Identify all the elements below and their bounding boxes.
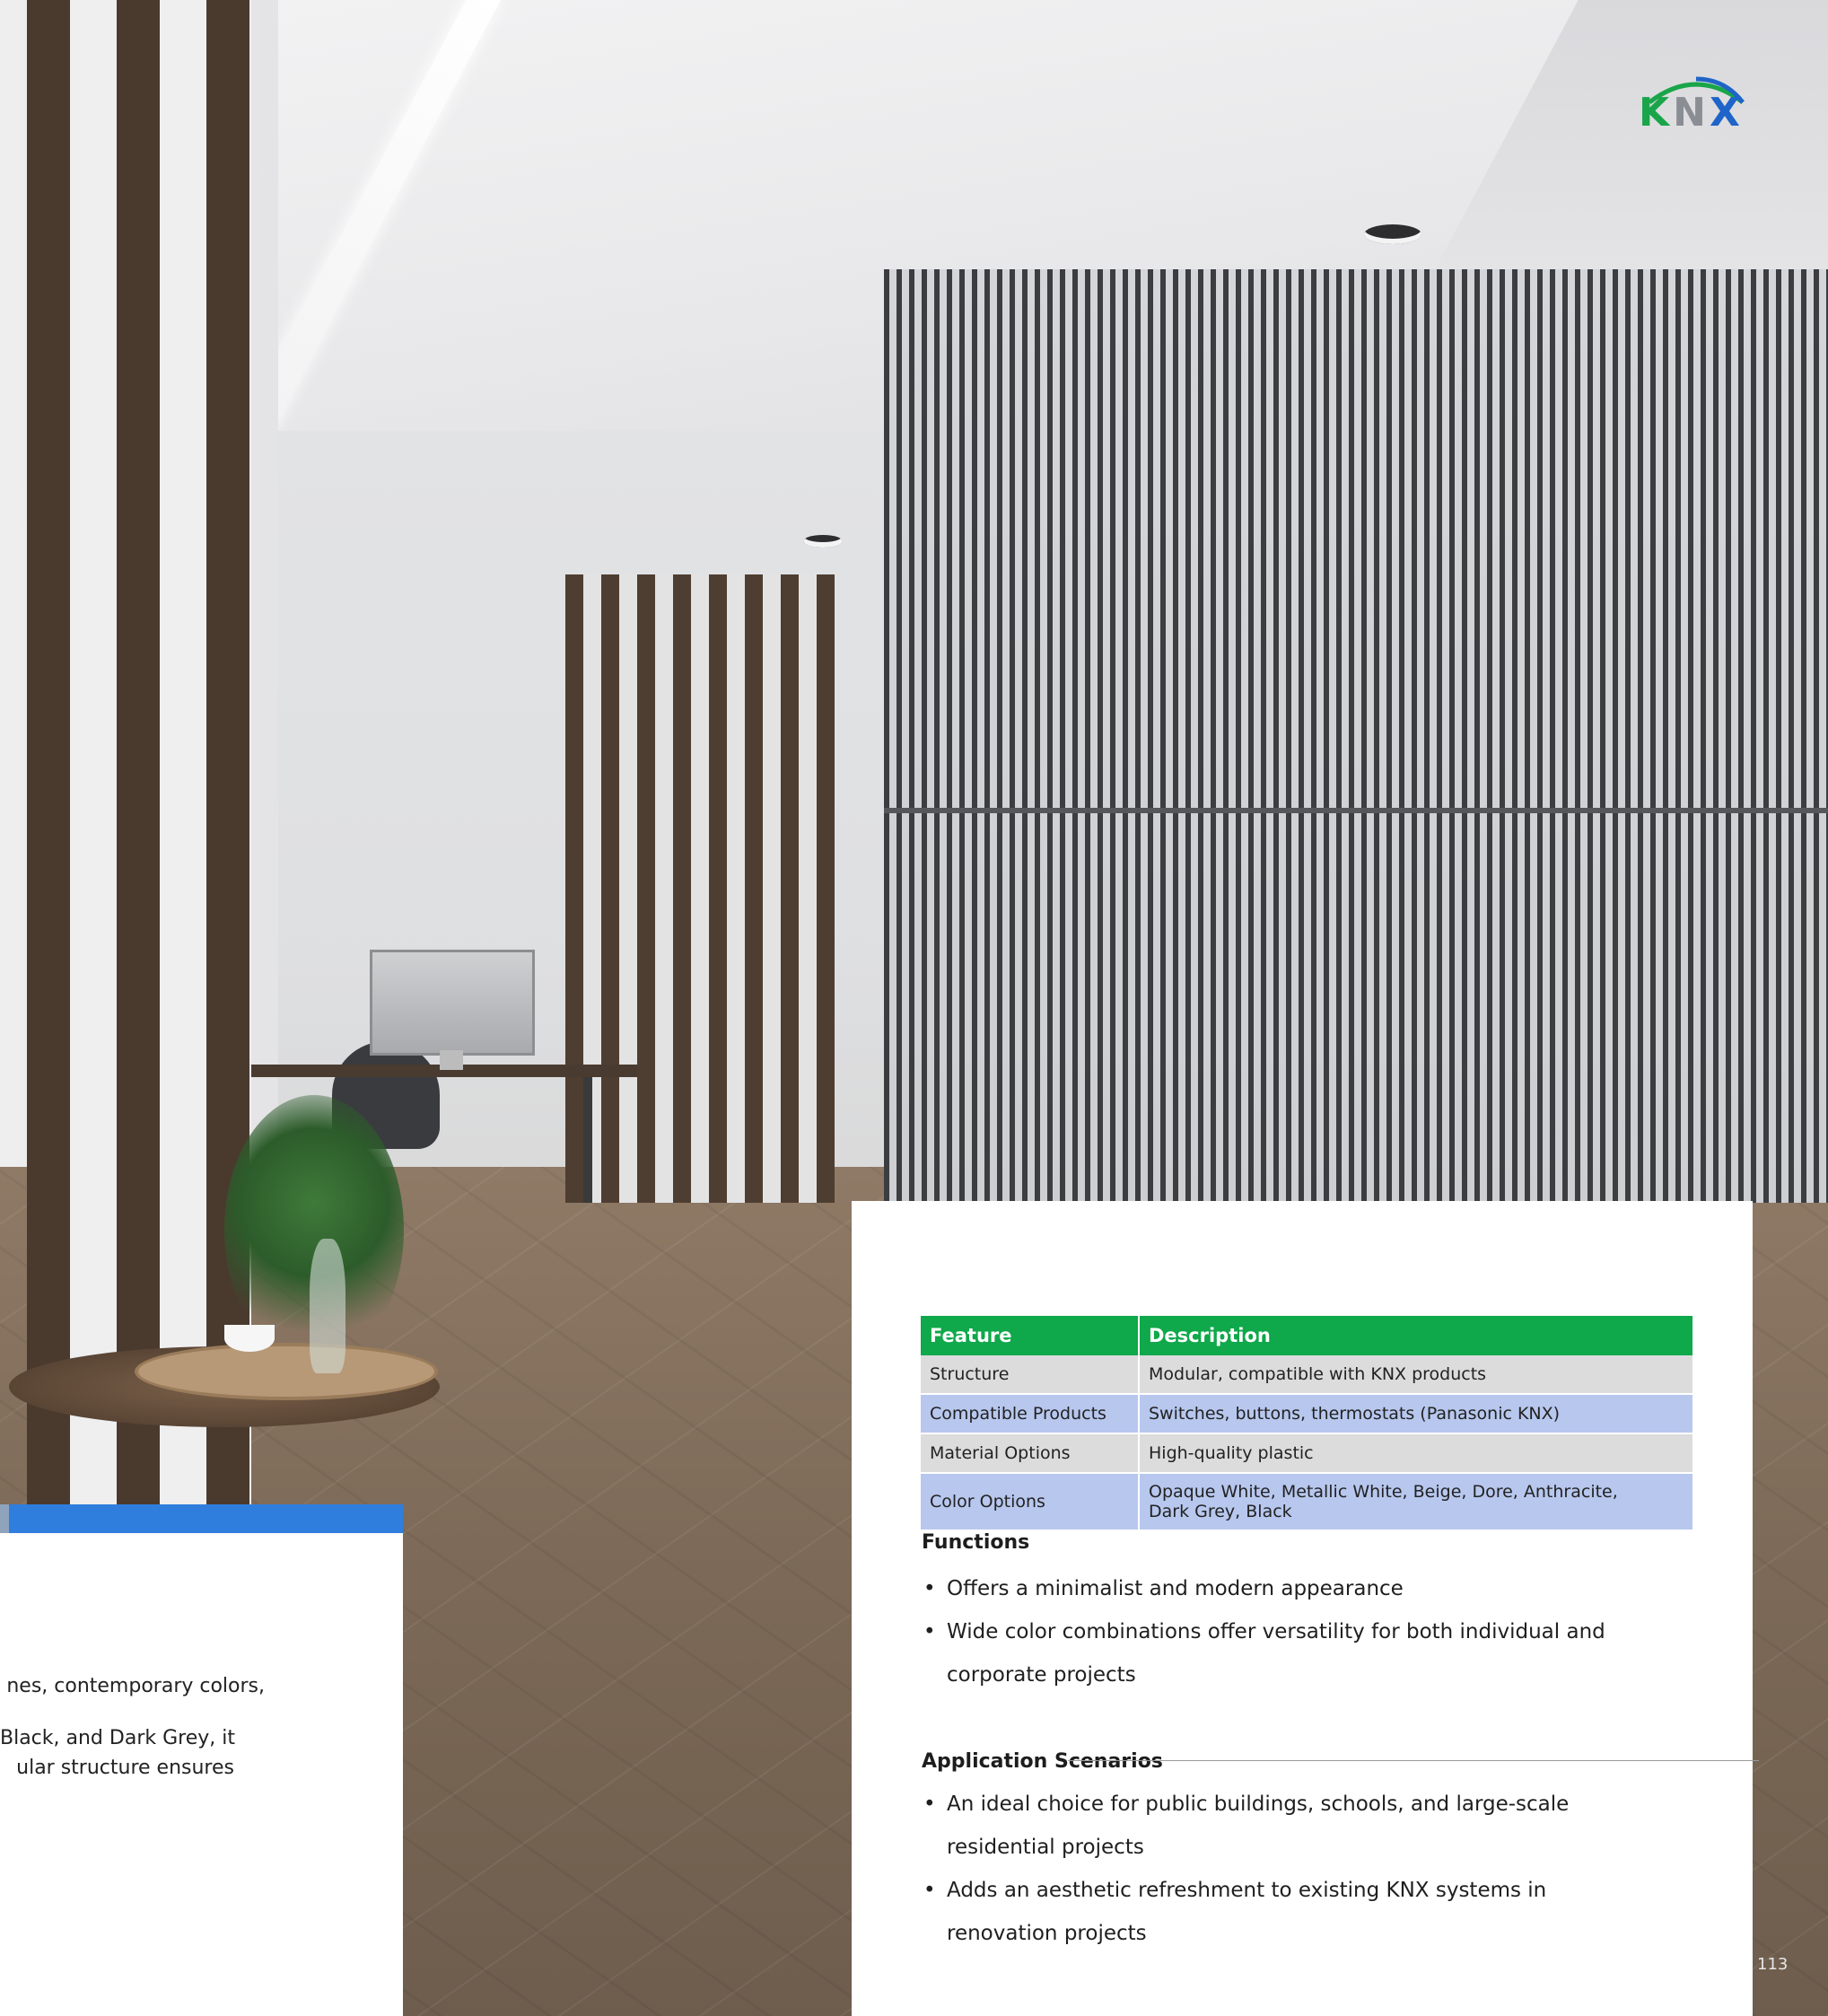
table-header-description: Description xyxy=(1139,1316,1694,1355)
table-cell-description-line: Dark Grey, Black xyxy=(1149,1502,1292,1521)
table-cell-feature: Material Options xyxy=(921,1433,1140,1474)
wood-slat-column xyxy=(27,0,251,1526)
table-row: Structure Modular, compatible with KNX p… xyxy=(921,1355,1694,1395)
vase xyxy=(310,1239,345,1373)
table-cell-feature: Structure xyxy=(921,1355,1140,1395)
knx-logo: KNX xyxy=(1639,72,1755,136)
coffee-cup xyxy=(224,1325,275,1352)
list-item: An ideal choice for public buildings, sc… xyxy=(922,1783,1657,1826)
functions-list: Offers a minimalist and modern appearanc… xyxy=(922,1567,1657,1696)
list-item-text: corporate projects xyxy=(947,1663,1136,1687)
table-cell-description: Opaque White, Metallic White, Beige, Dor… xyxy=(1139,1473,1694,1531)
list-item-text: residential projects xyxy=(947,1836,1144,1859)
table-header-row: Feature Description xyxy=(921,1316,1694,1355)
logo-text: KNX xyxy=(1639,90,1744,136)
ceiling-light xyxy=(803,535,843,548)
list-item: Adds an aesthetic refreshment to existin… xyxy=(922,1869,1657,1912)
metal-grille-partition xyxy=(884,269,1828,1203)
table-cell-description: Modular, compatible with KNX products xyxy=(1139,1355,1694,1395)
applications-list: An ideal choice for public buildings, sc… xyxy=(922,1783,1657,1955)
table-row: Material Options High-quality plastic xyxy=(921,1433,1694,1474)
monitor xyxy=(370,950,535,1056)
list-item-continuation: residential projects xyxy=(922,1826,1657,1869)
page-number: 113 xyxy=(1757,1955,1789,1974)
list-item-continuation: renovation projects xyxy=(922,1912,1657,1955)
monitor-stand xyxy=(440,1050,463,1070)
applications-heading: Application Scenarios xyxy=(922,1750,1163,1773)
table-cell-feature: Compatible Products xyxy=(921,1394,1140,1434)
list-item: Offers a minimalist and modern appearanc… xyxy=(922,1567,1657,1610)
left-panel-text-line: Black, and Dark Grey, it xyxy=(0,1727,235,1749)
desk-leg xyxy=(583,1077,592,1203)
heading-divider xyxy=(1068,1760,1759,1761)
left-panel-text-line: ular structure ensures xyxy=(16,1757,234,1779)
left-panel-text-line: nes, contemporary colors, xyxy=(6,1675,265,1697)
table-row: Color Options Opaque White, Metallic Whi… xyxy=(921,1473,1694,1531)
grille-rail xyxy=(884,808,1828,813)
ceiling-light xyxy=(1364,224,1421,244)
table-cell-description: Switches, buttons, thermostats (Panasoni… xyxy=(1139,1394,1694,1434)
spec-table: Feature Description Structure Modular, c… xyxy=(921,1316,1694,1531)
functions-heading: Functions xyxy=(922,1531,1030,1554)
list-item: Wide color combinations offer versatilit… xyxy=(922,1610,1657,1653)
table-cell-description-line: Opaque White, Metallic White, Beige, Dor… xyxy=(1149,1482,1618,1502)
left-panel-accent-bar xyxy=(0,1504,403,1533)
table-cell-feature: Color Options xyxy=(921,1473,1140,1531)
wood-slat-partition xyxy=(565,574,835,1203)
table-header-feature: Feature xyxy=(921,1316,1140,1355)
list-item-continuation: corporate projects xyxy=(922,1653,1657,1696)
list-item-text: renovation projects xyxy=(947,1922,1147,1945)
table-cell-description: High-quality plastic xyxy=(1139,1433,1694,1474)
table-row: Compatible Products Switches, buttons, t… xyxy=(921,1394,1694,1434)
left-panel-accent-edge xyxy=(0,1504,9,1533)
